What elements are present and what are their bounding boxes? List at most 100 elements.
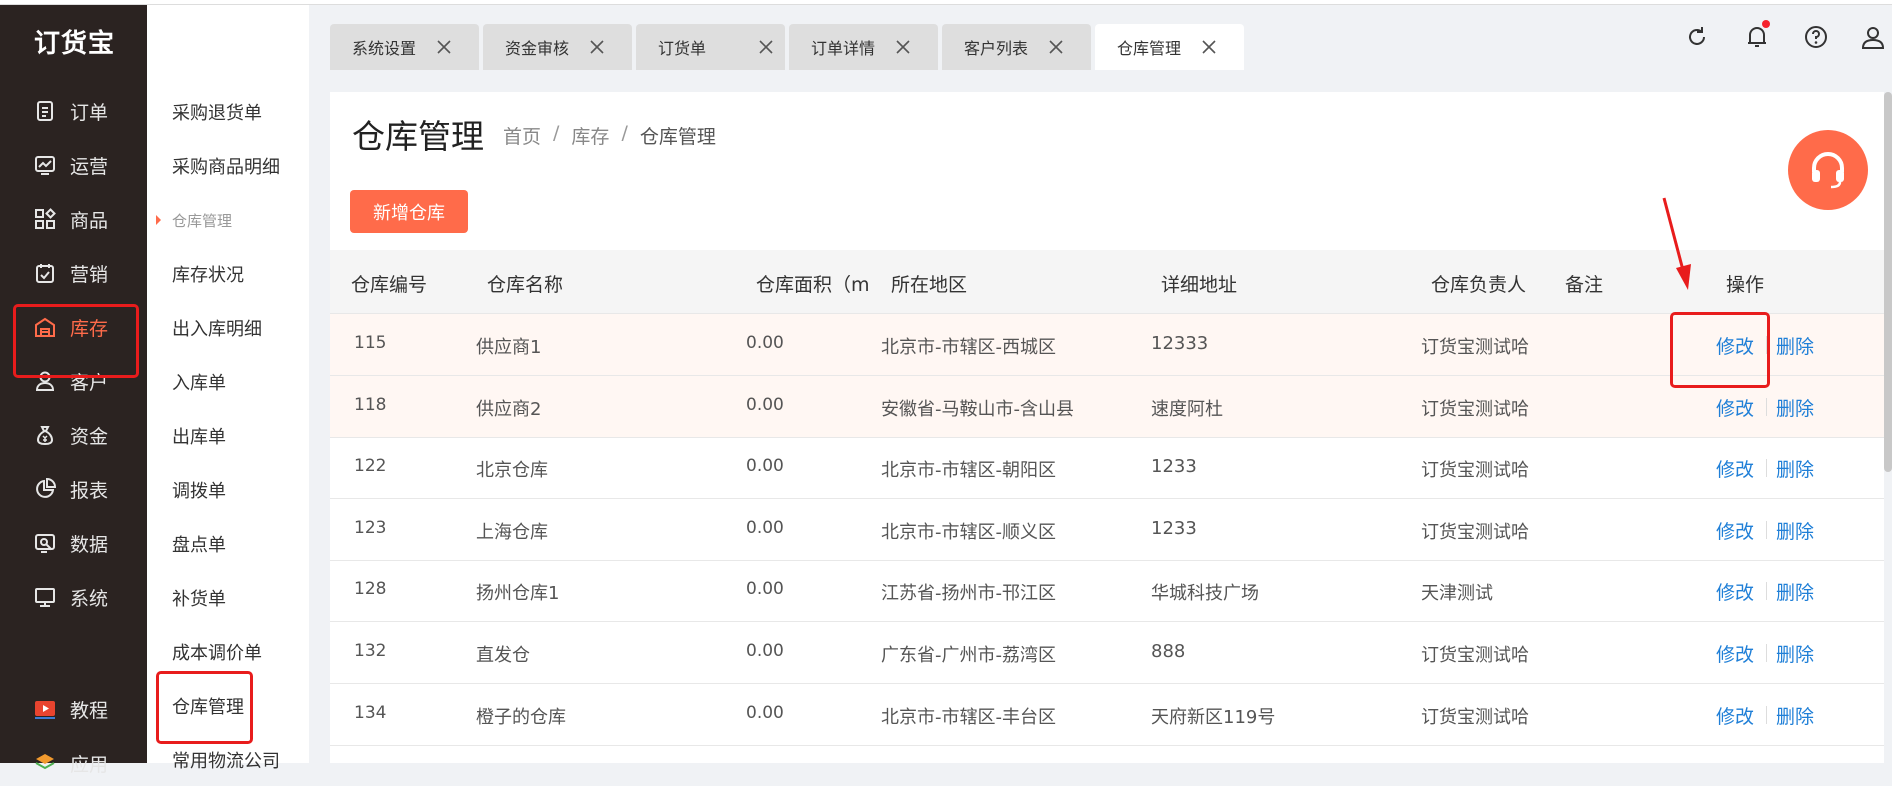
table-row: 134 橙子的仓库 0.00 北京市-市辖区-丰台区 天府新区119号 订货宝测试哈 修改删… [330,684,1884,746]
edit-link[interactable]: 修改 [1716,517,1754,544]
sidebar-item-system[interactable]: 系统 [0,574,147,620]
submenu-item[interactable]: 入库单 [172,369,226,395]
breadcrumb-separator: / [621,122,628,144]
page-title: 仓库管理 [352,117,484,156]
tab-fund-audit[interactable]: 资金审核 [483,24,632,70]
scrollbar[interactable] [1884,92,1892,472]
edit-link[interactable]: 修改 [1716,394,1754,421]
breadcrumb-home[interactable]: 首页 [503,122,541,149]
column-header: 仓库编号 [351,274,428,296]
sidebar-item-apps[interactable]: 应用 [0,740,147,786]
close-icon[interactable] [1046,37,1066,57]
sidebar-item-marketing[interactable]: 营销 [0,250,147,296]
sidebar-item-label: 订单 [70,101,109,124]
close-icon[interactable] [587,37,607,57]
tab-order-detail[interactable]: 订单详情 [789,24,938,70]
cell-manager: 订货宝测试哈 [1421,706,1529,728]
tab-label: 订货单 [658,39,707,58]
sidebar-item-label: 数据 [70,533,109,556]
cell-id: 132 [354,641,387,661]
submenu-item[interactable]: 采购商品明细 [172,153,280,179]
breadcrumb-inventory[interactable]: 库存 [571,122,609,149]
submenu-item[interactable]: 常用物流公司 [172,747,280,773]
tab-warehouse-manage[interactable]: 仓库管理 [1095,24,1244,70]
cell-manager: 订货宝测试哈 [1421,337,1529,358]
tab-system-settings[interactable]: 系统设置 [330,24,479,70]
notification-dot [1762,20,1770,28]
cell-region: 广东省-广州市-荔湾区 [881,645,1056,666]
customer-service-button[interactable] [1788,130,1868,210]
main-sidebar: 订货宝 订单 运营 商品 营销 库存 客户 资金 报表 数据 系统 教程 应用 [0,5,147,776]
cell-manager: 订货宝测试哈 [1421,460,1529,482]
cell-address: 1233 [1151,456,1197,478]
action-divider [1766,397,1767,416]
sidebar-item-data[interactable]: 数据 [0,520,147,566]
group-marker-icon [156,215,161,225]
close-icon[interactable] [1199,37,1219,57]
cell-region: 北京市-市辖区-丰台区 [881,706,1056,728]
sidebar-item-order[interactable]: 订单 [0,88,147,134]
user-icon[interactable] [1860,24,1886,54]
submenu-item[interactable]: 盘点单 [172,531,226,557]
tab-order-list[interactable]: 订货单 [636,24,785,70]
submenu-group-title: 仓库管理 [172,212,233,230]
cell-manager: 天津测试 [1421,583,1493,605]
system-icon [34,586,56,608]
cell-region: 北京市-市辖区-顺义区 [881,521,1056,543]
table-row: 132 直发仓 0.00 广东省-广州市-荔湾区 888 订货宝测试哈 修改 删除 [330,622,1884,684]
bell-icon[interactable] [1744,24,1770,54]
edit-link[interactable]: 修改 [1716,640,1754,667]
order-icon [34,100,56,122]
sidebar-item-goods[interactable]: 商品 [0,196,147,242]
highlight-box-submenu [156,671,253,744]
submenu-item[interactable]: 库存状况 [172,261,244,287]
close-icon[interactable] [434,37,454,57]
delete-link[interactable]: 删除 [1776,517,1814,544]
column-header: 备注 [1565,274,1604,296]
submenu-item[interactable]: 成本调价单 [172,639,262,665]
submenu-item[interactable]: 出库单 [172,423,226,449]
edit-link[interactable]: 修改 [1716,578,1754,605]
column-header: 操作 [1726,274,1765,296]
edit-link[interactable]: 修改 [1716,702,1754,729]
delete-link[interactable]: 删除 [1776,702,1814,729]
sidebar-item-report[interactable]: 报表 [0,466,147,512]
edit-link[interactable]: 修改 [1716,455,1754,482]
cell-address: 华城科技广场 [1151,583,1259,605]
cell-area: 0.00 [746,394,784,415]
table-row: 122 北京仓库 0.00 北京市-市辖区-朝阳区 1233 订货宝测试哈 修改 删除 [330,437,1884,500]
sidebar-item-label: 应用 [70,753,109,776]
delete-link[interactable]: 删除 [1776,578,1814,605]
table-row: 128 扬州仓库1 0.00 江苏省-扬州市-邗江区 华城科技广场 天津测试 修改 删除 [330,560,1884,623]
cell-region: 北京市-市辖区-朝阳区 [881,460,1056,482]
sidebar-item-tutorial[interactable]: 教程 [0,686,147,732]
submenu-item[interactable]: 补货单 [172,585,226,611]
sidebar-item-label: 教程 [70,699,109,722]
sidebar-item-label: 运营 [70,155,109,178]
submenu-item[interactable]: 出入库明细 [172,315,262,341]
delete-link[interactable]: 删除 [1776,394,1814,421]
cell-id: 122 [354,456,387,477]
cell-name: 供应商1 [476,337,542,358]
sidebar-item-money[interactable]: 资金 [0,412,147,458]
column-header: 仓库面积（m [756,274,869,296]
delete-link[interactable]: 删除 [1776,640,1814,667]
help-icon[interactable] [1803,24,1829,54]
tab-label: 客户列表 [964,39,1029,58]
cell-area: 0.00 [746,517,784,538]
delete-link[interactable]: 删除 [1776,332,1814,359]
delete-link[interactable]: 删除 [1776,455,1814,482]
cell-area: 0.00 [746,456,784,477]
cell-area: 0.00 [746,333,784,353]
add-warehouse-button[interactable]: 新增仓库 [350,190,468,233]
column-header: 仓库负责人 [1431,274,1527,296]
submenu-item[interactable]: 调拨单 [172,477,226,503]
refresh-icon[interactable] [1684,24,1710,54]
sidebar-item-label: 报表 [70,479,109,502]
submenu-item[interactable]: 采购退货单 [172,99,262,125]
sidebar-item-operations[interactable]: 运营 [0,142,147,188]
close-icon[interactable] [756,37,776,57]
tab-customer-list[interactable]: 客户列表 [942,24,1091,70]
money-icon [34,424,56,446]
close-icon[interactable] [893,37,913,57]
